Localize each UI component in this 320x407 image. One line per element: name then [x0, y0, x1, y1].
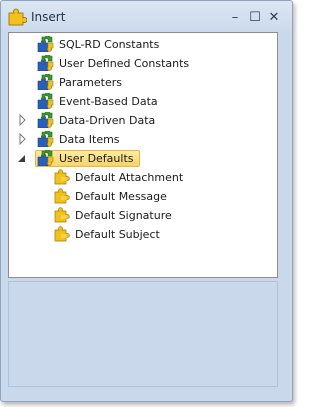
tree-item-default-subject[interactable]: Default Subject: [53, 225, 162, 243]
tree-item-default-signature[interactable]: Default Signature: [53, 206, 174, 224]
window-title: Insert: [31, 10, 66, 24]
puzzle-icon: [37, 131, 54, 147]
tree-item-default-message[interactable]: Default Message: [53, 187, 169, 205]
tree-item-label: Default Message: [75, 189, 167, 203]
tree-item-user-defined-constants[interactable]: User Defined Constants: [37, 54, 191, 72]
minimize-button[interactable]: –: [227, 9, 243, 25]
puzzle-icon: [37, 112, 54, 128]
maximize-icon: ☐: [249, 9, 261, 25]
tree-item-user-defaults[interactable]: User Defaults: [35, 149, 140, 167]
close-button[interactable]: ✕: [266, 9, 282, 25]
tree-item-label: Default Subject: [75, 227, 160, 241]
tree-item-label: Default Attachment: [75, 170, 184, 184]
puzzle-icon: [37, 36, 54, 52]
expand-arrow-icon[interactable]: [18, 133, 28, 145]
tree-item-data-items[interactable]: Data Items: [37, 130, 122, 148]
tree-item-label: SQL-RD Constants: [59, 37, 160, 51]
tree-item-sql-rd-constants[interactable]: SQL-RD Constants: [37, 35, 161, 53]
expand-arrow-icon[interactable]: [18, 114, 28, 126]
puzzle-icon: [37, 150, 54, 166]
tree-view[interactable]: SQL-RD Constants User Defined Constants …: [8, 32, 278, 278]
insert-window: Insert – ☐ ✕ SQL-RD Constants User Defin…: [0, 0, 293, 402]
puzzle-piece-icon: [54, 207, 70, 223]
tree-item-label: Default Signature: [75, 208, 172, 222]
collapse-arrow-icon[interactable]: [17, 152, 27, 164]
selection-highlight: User Defaults: [35, 149, 140, 167]
puzzle-icon: [37, 93, 54, 109]
puzzle-icon: [37, 55, 54, 71]
puzzle-icon: [37, 74, 54, 90]
tree-item-event-based-data[interactable]: Event-Based Data: [37, 92, 160, 110]
tree-item-label: User Defaults: [59, 151, 134, 165]
description-panel: [8, 281, 278, 387]
tree-item-label: Event-Based Data: [59, 94, 158, 108]
puzzle-piece-icon: [54, 169, 70, 185]
puzzle-piece-icon: [54, 226, 70, 242]
tree-item-data-driven-data[interactable]: Data-Driven Data: [37, 111, 157, 129]
puzzle-piece-icon: [54, 188, 70, 204]
tree-item-label: Parameters: [59, 75, 122, 89]
close-icon: ✕: [268, 9, 280, 25]
title-bar[interactable]: Insert – ☐ ✕: [1, 1, 292, 33]
tree-item-label: Data Items: [59, 132, 120, 146]
tree-item-label: Data-Driven Data: [59, 113, 156, 127]
maximize-button[interactable]: ☐: [247, 9, 263, 25]
minimize-icon: –: [231, 9, 239, 25]
tree-item-label: User Defined Constants: [59, 56, 190, 70]
tree-item-default-attachment[interactable]: Default Attachment: [53, 168, 185, 186]
puzzle-icon: [8, 8, 27, 26]
tree-item-parameters[interactable]: Parameters: [37, 73, 124, 91]
